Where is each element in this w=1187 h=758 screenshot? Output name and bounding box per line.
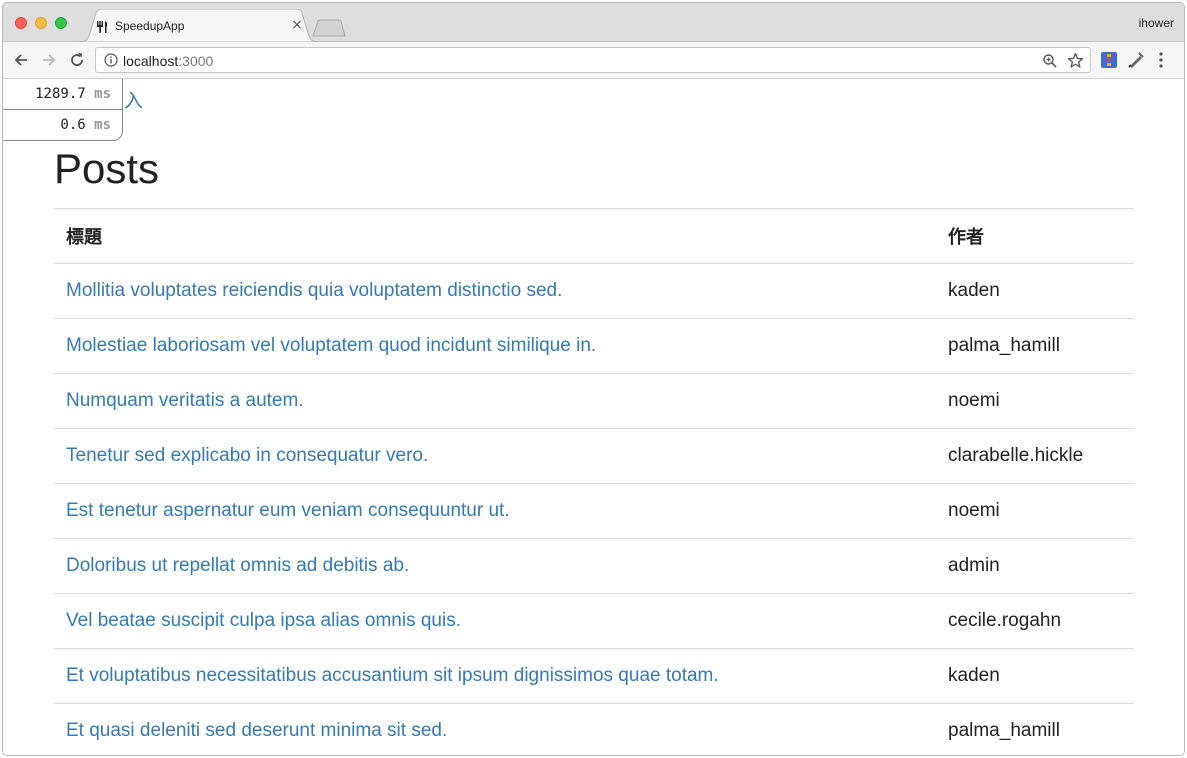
bookmark-star-icon[interactable] <box>1067 52 1084 74</box>
post-title-link[interactable]: Molestiae laboriosam vel voluptatem quod… <box>66 335 596 356</box>
post-title-cell: Et quasi deleniti sed deserunt minima si… <box>54 703 936 755</box>
post-author: admin <box>936 538 1134 594</box>
table-row: Numquam veritatis a autem. noemi <box>54 373 1134 429</box>
more-menu-icon[interactable] <box>1158 51 1164 74</box>
profiler-unit: ms <box>94 117 111 133</box>
post-title-cell: Tenetur sed explicabo in consequatur ver… <box>54 428 936 484</box>
post-title-cell: Mollitia voluptates reiciendis quia volu… <box>54 263 936 319</box>
post-title-link[interactable]: Vel beatae suscipit culpa ipsa alias omn… <box>66 610 461 631</box>
pen-extension-icon[interactable] <box>1127 51 1145 74</box>
post-title-link[interactable]: Numquam veritatis a autem. <box>66 390 304 411</box>
new-tab-button[interactable] <box>311 19 347 42</box>
tab-strip: SpeedupApp × ihower <box>3 3 1184 42</box>
profile-name[interactable]: ihower <box>1139 16 1174 30</box>
minimize-window-button[interactable] <box>35 17 47 29</box>
post-title-link[interactable]: Et voluptatibus necessitatibus accusanti… <box>66 665 719 686</box>
zoom-icon[interactable] <box>1042 53 1058 74</box>
page-content: 登入 1289.7 ms 0.6 ms Posts 標題 作者 Mollitia <box>3 79 1184 755</box>
profiler-row[interactable]: 0.6 ms <box>3 109 122 140</box>
table-row: Mollitia voluptates reiciendis quia volu… <box>54 263 1134 319</box>
url-port: :3000 <box>178 53 214 69</box>
post-author: kaden <box>936 263 1134 319</box>
post-author: kaden <box>936 648 1134 704</box>
post-title-cell: Et voluptatibus necessitatibus accusanti… <box>54 648 936 704</box>
extension-icon[interactable] <box>1100 51 1118 74</box>
reload-icon[interactable] <box>67 50 87 70</box>
table-row: Vel beatae suscipit culpa ipsa alias omn… <box>54 593 1134 649</box>
forward-arrow-icon[interactable] <box>39 50 59 70</box>
tab-title: SpeedupApp <box>115 19 185 33</box>
profiler-row[interactable]: 1289.7 ms <box>3 79 122 109</box>
post-title-link[interactable]: Mollitia voluptates reiciendis quia volu… <box>66 280 562 301</box>
table-row: Molestiae laboriosam vel voluptatem quod… <box>54 318 1134 374</box>
url-text[interactable]: localhost:3000 <box>123 53 213 69</box>
post-title-link[interactable]: Tenetur sed explicabo in consequatur ver… <box>66 445 428 466</box>
profiler-value: 0.6 <box>60 117 86 133</box>
tab-speedupapp[interactable]: SpeedupApp × <box>79 9 319 42</box>
posts-table: 標題 作者 Mollitia voluptates reiciendis qui… <box>54 208 1134 755</box>
mini-profiler-badge[interactable]: 1289.7 ms 0.6 ms <box>3 79 123 141</box>
table-row: Est tenetur aspernatur eum veniam conseq… <box>54 483 1134 539</box>
post-author: clarabelle.hickle <box>936 428 1134 484</box>
post-author: palma_hamill <box>936 703 1134 755</box>
address-bar[interactable]: localhost:3000 <box>95 47 1091 73</box>
table-row: Doloribus ut repellat omnis ad debitis a… <box>54 538 1134 594</box>
page-title: Posts <box>54 145 160 192</box>
post-author: palma_hamill <box>936 318 1134 374</box>
post-author: noemi <box>936 373 1134 429</box>
post-title-link[interactable]: Doloribus ut repellat omnis ad debitis a… <box>66 555 409 576</box>
post-title-cell: Vel beatae suscipit culpa ipsa alias omn… <box>54 593 936 649</box>
post-title-cell: Doloribus ut repellat omnis ad debitis a… <box>54 538 936 594</box>
tab-close-icon[interactable]: × <box>290 17 304 33</box>
column-header-author: 作者 <box>936 208 1134 264</box>
profiler-unit: ms <box>94 86 111 102</box>
post-title-cell: Molestiae laboriosam vel voluptatem quod… <box>54 318 936 374</box>
post-title-cell: Est tenetur aspernatur eum veniam conseq… <box>54 483 936 539</box>
post-title-link[interactable]: Et quasi deleniti sed deserunt minima si… <box>66 720 447 741</box>
table-row: Tenetur sed explicabo in consequatur ver… <box>54 428 1134 484</box>
back-arrow-icon[interactable] <box>11 50 31 70</box>
close-window-button[interactable] <box>15 17 27 29</box>
maximize-window-button[interactable] <box>55 17 67 29</box>
post-title-cell: Numquam veritatis a autem. <box>54 373 936 429</box>
browser-window: SpeedupApp × ihower localhost:3000 登入 12… <box>2 2 1185 756</box>
table-row: Et voluptatibus necessitatibus accusanti… <box>54 648 1134 704</box>
profiler-value: 1289.7 <box>35 86 86 102</box>
table-header-row: 標題 作者 <box>54 208 1134 264</box>
post-author: cecile.rogahn <box>936 593 1134 649</box>
column-header-title: 標題 <box>54 208 936 264</box>
url-host: localhost <box>123 53 179 69</box>
post-author: noemi <box>936 483 1134 539</box>
info-icon[interactable] <box>104 53 118 72</box>
table-row: Et quasi deleniti sed deserunt minima si… <box>54 703 1134 755</box>
post-title-link[interactable]: Est tenetur aspernatur eum veniam conseq… <box>66 500 510 521</box>
browser-toolbar: localhost:3000 <box>3 42 1184 79</box>
fork-knife-icon <box>95 20 109 34</box>
